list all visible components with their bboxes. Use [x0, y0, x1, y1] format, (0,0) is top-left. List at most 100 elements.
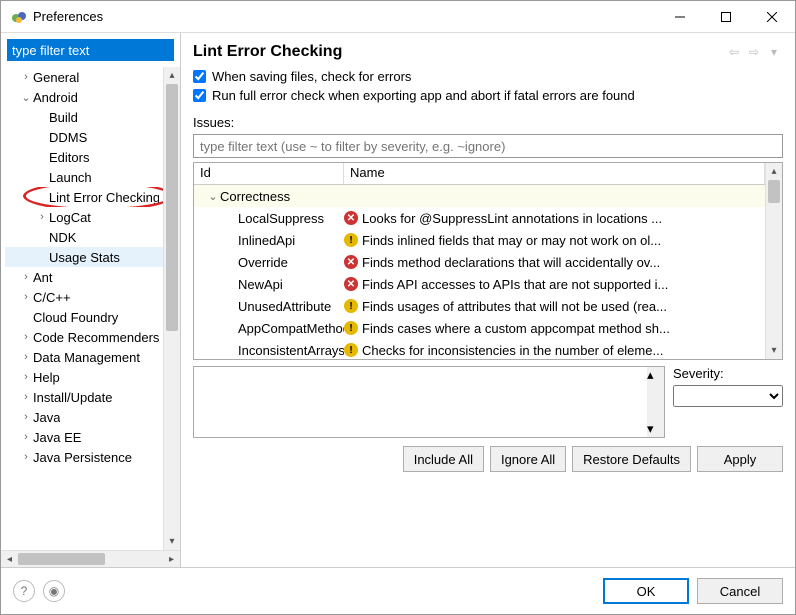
sidebar-item[interactable]: ⌄Android: [5, 87, 163, 107]
restore-defaults-button[interactable]: Restore Defaults: [572, 446, 691, 472]
issue-id: AppCompatMethod: [238, 321, 344, 336]
sidebar-item[interactable]: Lint Error Checking: [5, 187, 163, 207]
check-save-errors-box[interactable]: [193, 70, 206, 83]
check-save-errors[interactable]: When saving files, check for errors: [193, 69, 783, 84]
tree-twisty-icon[interactable]: ›: [19, 71, 33, 83]
scroll-down-icon[interactable]: ▾: [647, 421, 664, 437]
sidebar-item[interactable]: Launch: [5, 167, 163, 187]
col-name[interactable]: Name: [344, 163, 765, 184]
apply-button[interactable]: Apply: [697, 446, 783, 472]
import-export-icon[interactable]: ◉: [43, 580, 65, 602]
sidebar-item[interactable]: Build: [5, 107, 163, 127]
sidebar-item[interactable]: ›LogCat: [5, 207, 163, 227]
sidebar-item[interactable]: DDMS: [5, 127, 163, 147]
sidebar-item[interactable]: ›Code Recommenders: [5, 327, 163, 347]
tree-twisty-icon[interactable]: ›: [19, 451, 33, 463]
sidebar-item-label: Build: [49, 110, 78, 125]
scroll-right-icon[interactable]: ▸: [163, 551, 180, 567]
category-tree[interactable]: ›General⌄AndroidBuildDDMSEditorsLaunchLi…: [1, 67, 163, 550]
sidebar-item[interactable]: ›Ant: [5, 267, 163, 287]
sidebar-item-label: Ant: [33, 270, 53, 285]
table-row[interactable]: NewApi✕Finds API accesses to APIs that a…: [194, 273, 765, 295]
sidebar-item[interactable]: Usage Stats: [5, 247, 163, 267]
button-row: Include All Ignore All Restore Defaults …: [193, 446, 783, 472]
sidebar-item-label: NDK: [49, 230, 76, 245]
sidebar-item-label: Lint Error Checking: [49, 190, 159, 205]
nav-back-icon[interactable]: ⇦: [725, 43, 743, 61]
sidebar: ›General⌄AndroidBuildDDMSEditorsLaunchLi…: [1, 33, 181, 567]
sidebar-item[interactable]: ›Help: [5, 367, 163, 387]
ok-button[interactable]: OK: [603, 578, 689, 604]
tree-twisty-icon[interactable]: ›: [19, 431, 33, 443]
tree-twisty-icon[interactable]: ›: [19, 291, 33, 303]
check-export-errors-box[interactable]: [193, 89, 206, 102]
table-row[interactable]: LocalSuppress✕Looks for @SuppressLint an…: [194, 207, 765, 229]
tree-twisty-icon[interactable]: ›: [19, 411, 33, 423]
scroll-up-icon[interactable]: ▴: [164, 67, 180, 84]
sidebar-item[interactable]: ›Data Management: [5, 347, 163, 367]
sidebar-item[interactable]: NDK: [5, 227, 163, 247]
close-button[interactable]: [749, 1, 795, 32]
severity-select[interactable]: [673, 385, 783, 407]
sidebar-item[interactable]: Editors: [5, 147, 163, 167]
col-id[interactable]: Id: [194, 163, 344, 184]
tree-twisty-icon[interactable]: ›: [19, 331, 33, 343]
tree-twisty-icon[interactable]: ⌄: [206, 190, 220, 203]
nav-dropdown-icon[interactable]: ▾: [765, 43, 783, 61]
check-save-errors-label: When saving files, check for errors: [212, 69, 411, 84]
scroll-up-icon[interactable]: ▴: [647, 367, 664, 383]
ignore-all-button[interactable]: Ignore All: [490, 446, 566, 472]
issues-filter-input[interactable]: [193, 134, 783, 158]
table-row[interactable]: UnusedAttribute!Finds usages of attribut…: [194, 295, 765, 317]
table-row[interactable]: AppCompatMethod!Finds cases where a cust…: [194, 317, 765, 339]
help-icon[interactable]: ?: [13, 580, 35, 602]
sidebar-item-label: Editors: [49, 150, 89, 165]
sidebar-item-label: DDMS: [49, 130, 87, 145]
tree-twisty-icon[interactable]: ›: [19, 271, 33, 283]
table-row[interactable]: Override✕Finds method declarations that …: [194, 251, 765, 273]
lower-panels: ▴ ▾ Severity:: [193, 366, 783, 438]
scroll-down-icon[interactable]: ▾: [766, 342, 782, 359]
include-all-button[interactable]: Include All: [403, 446, 484, 472]
nav-forward-icon[interactable]: ⇨: [745, 43, 763, 61]
sidebar-item-label: Java: [33, 410, 60, 425]
sidebar-item[interactable]: Cloud Foundry: [5, 307, 163, 327]
table-row[interactable]: InconsistentArrays!Checks for inconsiste…: [194, 339, 765, 359]
sidebar-item-label: Install/Update: [33, 390, 113, 405]
sidebar-hscroll[interactable]: ◂ ▸: [1, 550, 180, 567]
minimize-button[interactable]: [657, 1, 703, 32]
tree-twisty-icon[interactable]: ›: [19, 371, 33, 383]
sidebar-item[interactable]: ›Install/Update: [5, 387, 163, 407]
issue-name: Finds cases where a custom appcompat met…: [362, 321, 670, 336]
warning-icon: !: [344, 343, 358, 357]
cancel-button[interactable]: Cancel: [697, 578, 783, 604]
tree-twisty-icon[interactable]: ›: [19, 351, 33, 363]
sidebar-item[interactable]: ›C/C++: [5, 287, 163, 307]
severity-label: Severity:: [673, 366, 783, 381]
check-export-errors[interactable]: Run full error check when exporting app …: [193, 88, 783, 103]
sidebar-filter-input[interactable]: [7, 39, 174, 61]
sidebar-item[interactable]: ›Java EE: [5, 427, 163, 447]
window-title: Preferences: [33, 9, 657, 24]
table-vscroll[interactable]: ▴ ▾: [765, 163, 782, 359]
sidebar-item-label: Java EE: [33, 430, 81, 445]
table-row[interactable]: InlinedApi!Finds inlined fields that may…: [194, 229, 765, 251]
maximize-button[interactable]: [703, 1, 749, 32]
scroll-left-icon[interactable]: ◂: [1, 551, 18, 567]
tree-wrap: ›General⌄AndroidBuildDDMSEditorsLaunchLi…: [1, 67, 180, 550]
scroll-up-icon[interactable]: ▴: [766, 163, 782, 180]
tree-twisty-icon[interactable]: ›: [35, 211, 49, 223]
scroll-down-icon[interactable]: ▾: [164, 533, 180, 550]
sidebar-item-label: Android: [33, 90, 78, 105]
sidebar-item[interactable]: ›Java Persistence: [5, 447, 163, 467]
tree-twisty-icon[interactable]: ⌄: [19, 91, 33, 104]
warning-icon: !: [344, 233, 358, 247]
sidebar-vscroll[interactable]: ▴ ▾: [163, 67, 180, 550]
sidebar-item[interactable]: ›Java: [5, 407, 163, 427]
sidebar-item[interactable]: ›General: [5, 67, 163, 87]
table-category-row[interactable]: ⌄Correctness: [194, 185, 765, 207]
tree-twisty-icon[interactable]: ›: [19, 391, 33, 403]
issue-id: NewApi: [238, 277, 283, 292]
details-vscroll[interactable]: ▴ ▾: [647, 367, 664, 437]
app-icon: [11, 9, 27, 25]
